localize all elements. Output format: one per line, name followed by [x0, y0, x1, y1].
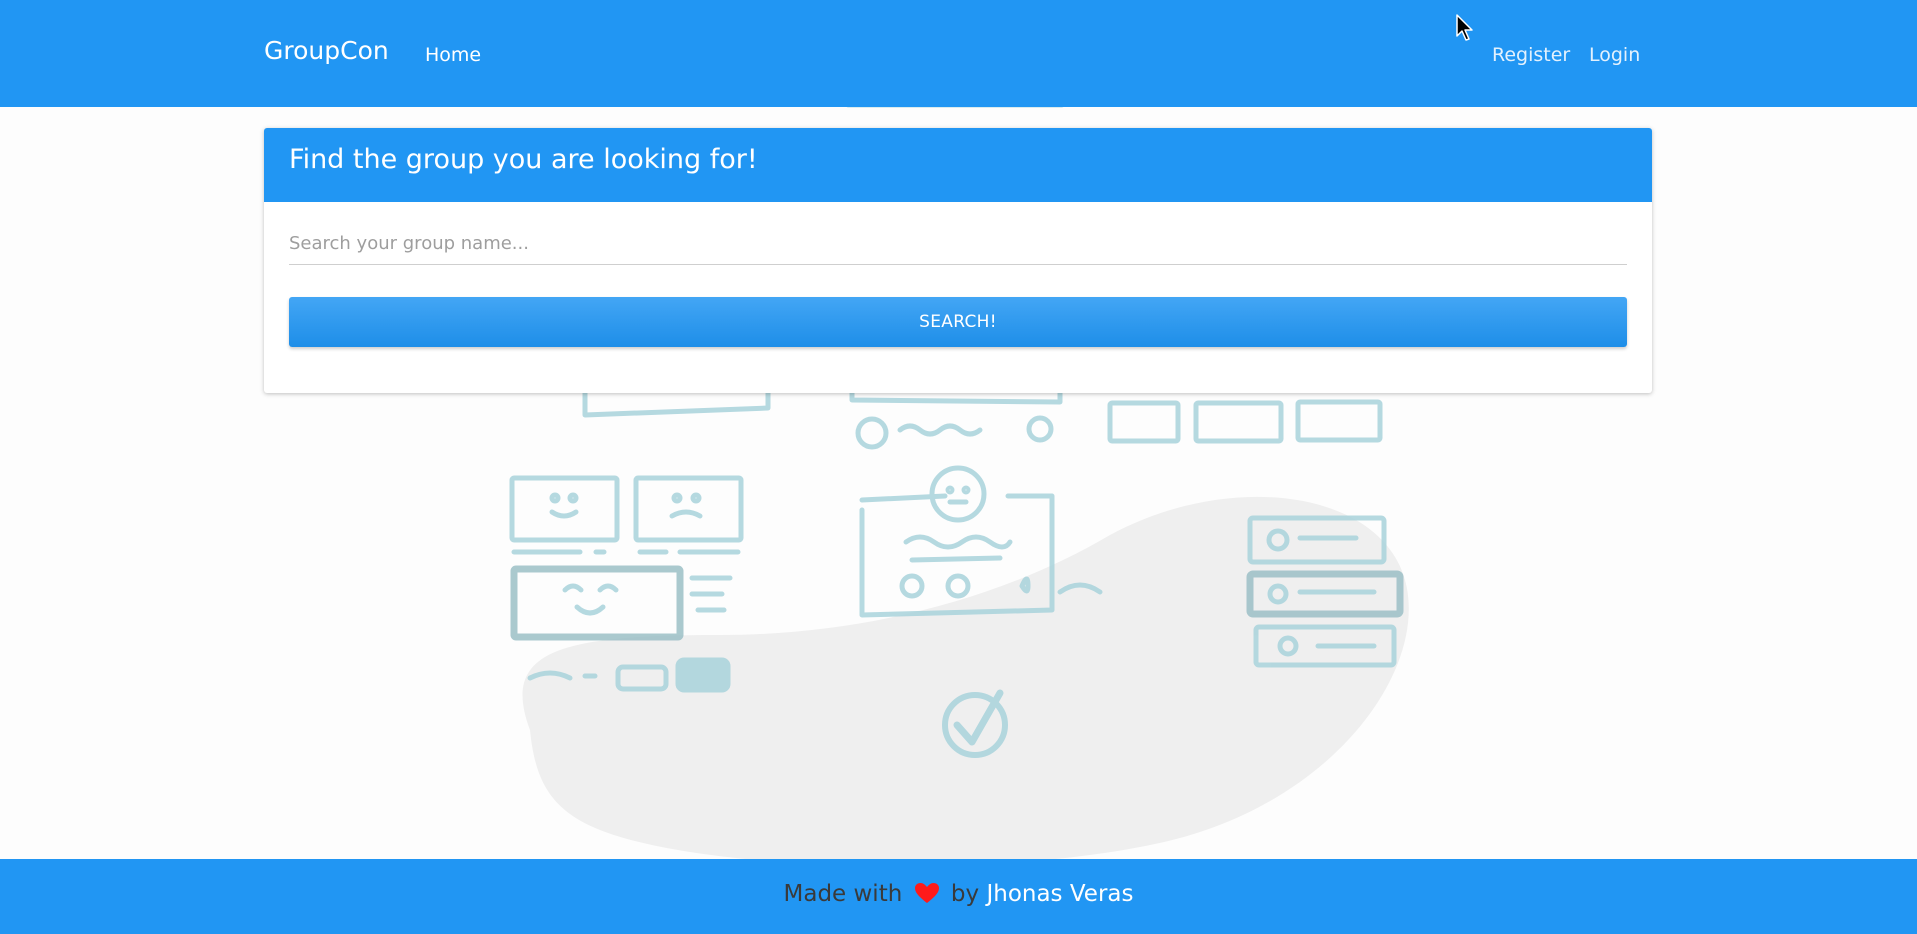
page: GroupCon Home Register Login Find the gr…	[0, 0, 1917, 934]
brand-logo-link[interactable]: GroupCon	[264, 36, 389, 65]
nav-register-link[interactable]: Register	[1492, 44, 1570, 66]
footer: Made with by Jhonas Veras	[0, 859, 1917, 934]
search-card: Find the group you are looking for! SEAR…	[264, 128, 1652, 393]
search-card-header: Find the group you are looking for!	[264, 128, 1652, 202]
search-card-title: Find the group you are looking for!	[289, 144, 758, 175]
search-input-wrapper	[289, 222, 1627, 265]
footer-author-link[interactable]: Jhonas Veras	[986, 881, 1133, 907]
heart-icon	[914, 883, 939, 903]
nav-home-link[interactable]: Home	[425, 44, 481, 66]
footer-by-text: by	[950, 881, 980, 907]
footer-made-with-text: Made with	[783, 881, 903, 907]
nav-login-link[interactable]: Login	[1589, 44, 1640, 66]
top-navbar: GroupCon Home Register Login	[0, 0, 1917, 107]
footer-credit: Made with by Jhonas Veras	[0, 881, 1917, 907]
search-button[interactable]: SEARCH!	[289, 297, 1627, 347]
group-search-input[interactable]	[289, 222, 1627, 264]
mouse-cursor-icon	[1456, 14, 1473, 41]
